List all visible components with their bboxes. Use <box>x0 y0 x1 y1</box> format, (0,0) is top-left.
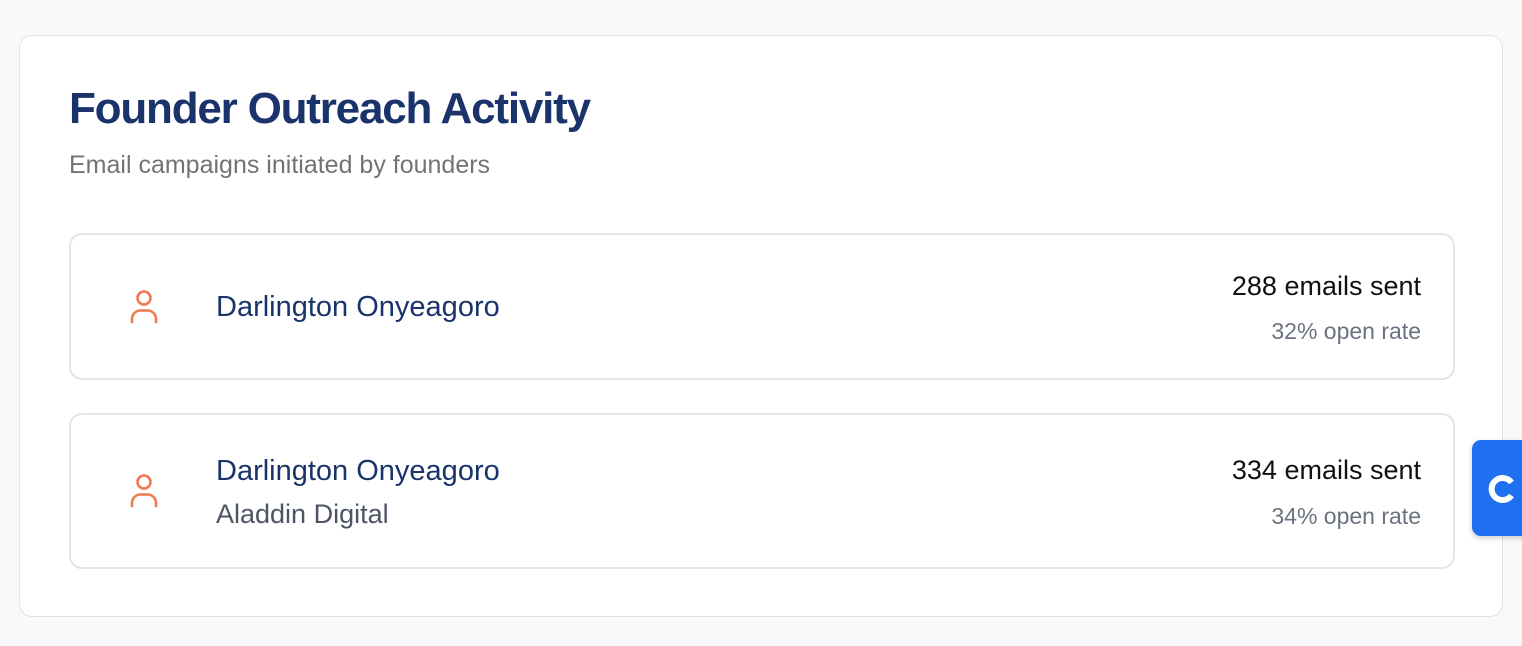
founder-company: Aladdin Digital <box>216 499 389 529</box>
open-rate: 34% open rate <box>1271 503 1421 529</box>
founder-name[interactable]: Darlington Onyeagoro <box>216 455 500 488</box>
emails-sent: 288 emails sent <box>1231 271 1421 301</box>
chat-widget-button[interactable] <box>1472 440 1522 536</box>
emails-sent: 334 emails sent <box>1231 455 1421 485</box>
founder-outreach-card: Founder Outreach Activity Email campaign… <box>19 35 1503 617</box>
chat-widget-icon <box>1485 472 1519 506</box>
card-subtitle: Email campaigns initiated by founders <box>69 151 491 179</box>
open-rate: 32% open rate <box>1271 318 1421 344</box>
founder-row[interactable]: Darlington Onyeagoro Aladdin Digital 334… <box>69 413 1455 569</box>
founder-row[interactable]: Darlington Onyeagoro 288 emails sent 32%… <box>69 233 1455 380</box>
person-icon <box>127 288 161 324</box>
person-icon <box>127 472 161 508</box>
card-title: Founder Outreach Activity <box>69 84 591 133</box>
founder-name[interactable]: Darlington Onyeagoro <box>216 291 500 324</box>
